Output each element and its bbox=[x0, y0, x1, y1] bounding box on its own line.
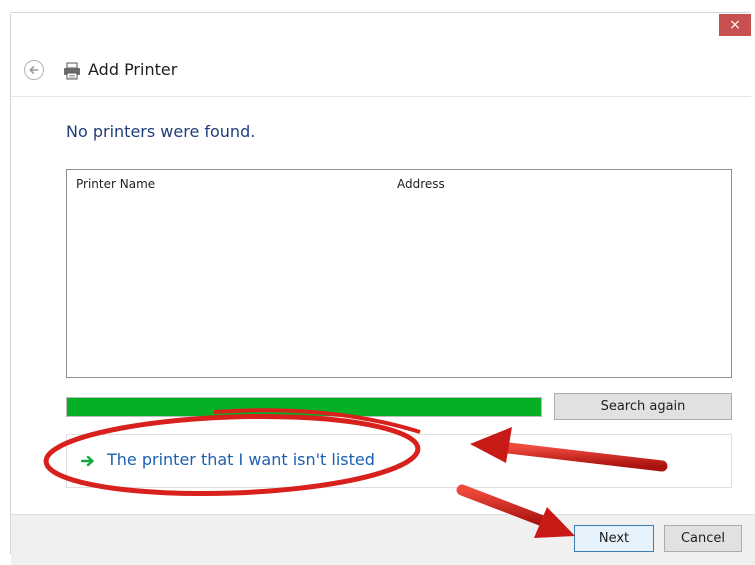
green-arrow-icon bbox=[81, 455, 94, 467]
window-top-border bbox=[10, 12, 750, 13]
search-progress-bar bbox=[66, 397, 542, 417]
printer-not-listed-option[interactable]: The printer that I want isn't listed bbox=[66, 434, 732, 488]
printer-icon bbox=[64, 62, 80, 80]
column-header-address[interactable]: Address bbox=[397, 177, 445, 191]
search-again-button[interactable]: Search again bbox=[554, 393, 732, 420]
back-arrow-icon bbox=[29, 66, 39, 74]
page-heading: No printers were found. bbox=[66, 122, 256, 141]
search-progress-fill bbox=[67, 398, 541, 416]
column-header-printer-name[interactable]: Printer Name bbox=[76, 177, 155, 191]
printer-list[interactable]: Printer Name Address bbox=[66, 169, 732, 378]
window-left-border bbox=[10, 14, 11, 554]
close-button[interactable]: × bbox=[719, 14, 751, 36]
back-button[interactable] bbox=[24, 60, 44, 80]
header-divider bbox=[11, 96, 751, 97]
add-printer-window: × Add Printer No printers were found. Pr… bbox=[0, 0, 755, 565]
printer-not-listed-link[interactable]: The printer that I want isn't listed bbox=[107, 450, 375, 469]
next-button[interactable]: Next bbox=[574, 525, 654, 552]
close-icon: × bbox=[729, 17, 741, 33]
window-title: Add Printer bbox=[88, 60, 178, 79]
cancel-button[interactable]: Cancel bbox=[664, 525, 742, 552]
wizard-header: Add Printer bbox=[22, 56, 522, 86]
